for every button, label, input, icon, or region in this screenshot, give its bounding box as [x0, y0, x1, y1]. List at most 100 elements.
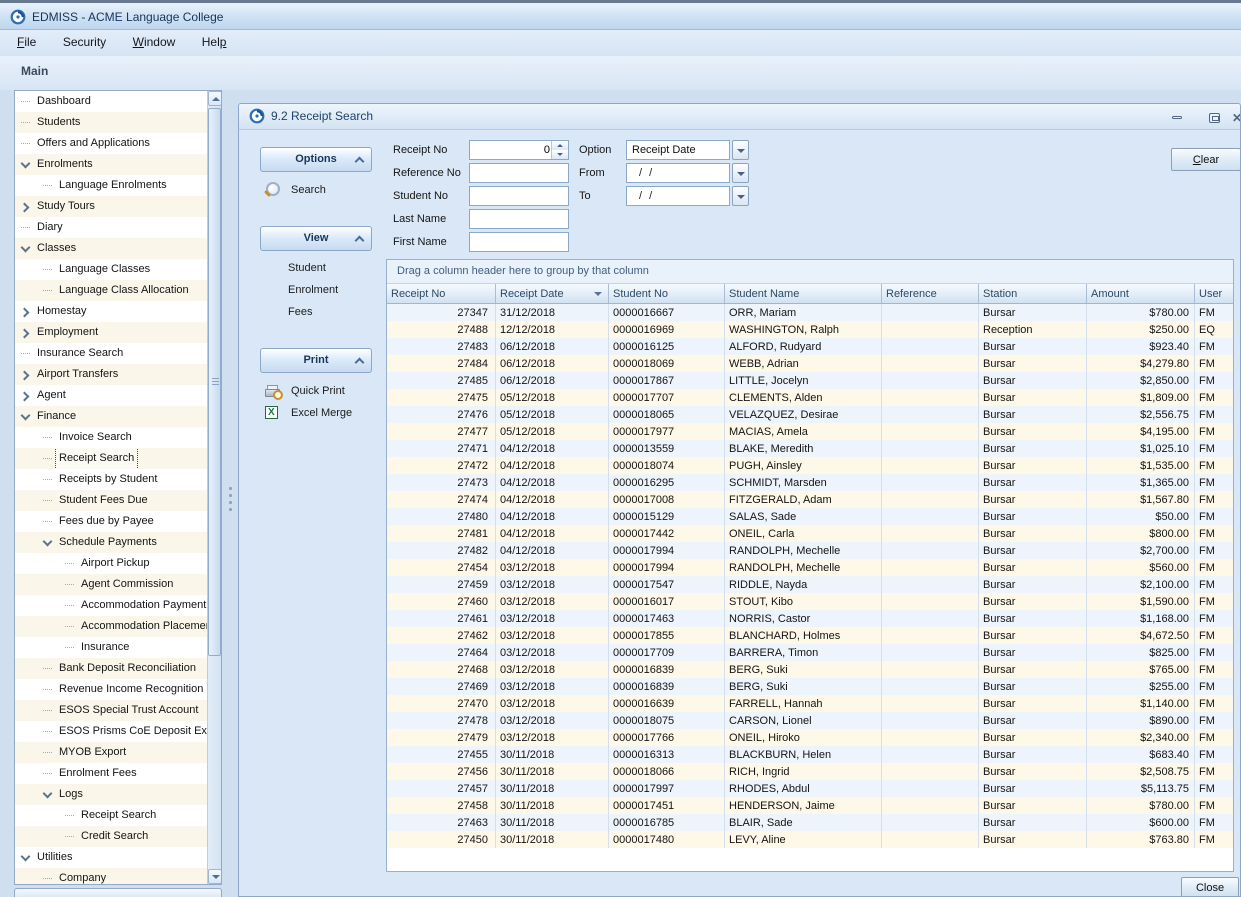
sidebar-item-agent-commission[interactable]: Agent Commission — [15, 574, 207, 595]
table-row[interactable]: 2747903/12/20180000017766ONEIL, HirokoBu… — [387, 729, 1234, 746]
sidebar-item-logs[interactable]: Logs — [15, 784, 207, 805]
sidebar-item-accommodation-placement[interactable]: Accommodation Placement — [15, 616, 207, 637]
minimize-button[interactable] — [1167, 111, 1189, 125]
dropdown-arrow-icon[interactable] — [732, 163, 749, 183]
receipt-no-input[interactable] — [470, 141, 552, 159]
sidebar-item-schedule-payments[interactable]: Schedule Payments — [15, 532, 207, 553]
table-row[interactable]: 2746903/12/20180000016839BERG, SukiBursa… — [387, 678, 1234, 695]
sidebar-item-language-enrolments[interactable]: Language Enrolments — [15, 175, 207, 196]
table-row[interactable]: 2747705/12/20180000017977MACIAS, AmelaBu… — [387, 423, 1234, 440]
table-row[interactable]: 2748306/12/20180000016125ALFORD, Rudyard… — [387, 338, 1234, 355]
sidebar-item-employment[interactable]: Employment — [15, 322, 207, 343]
menu-security[interactable]: Security — [52, 30, 117, 55]
table-row[interactable]: 2748406/12/20180000018069WEBB, AdrianBur… — [387, 355, 1234, 372]
sidebar-item-dashboard[interactable]: Dashboard — [15, 91, 207, 112]
student-no-field[interactable] — [469, 186, 569, 206]
option-combo[interactable]: Receipt Date — [626, 140, 749, 160]
column-header-student-no[interactable]: Student No — [609, 284, 725, 304]
column-header-receipt-date[interactable]: Receipt Date — [496, 284, 609, 304]
chevron-down-icon[interactable] — [41, 784, 56, 805]
table-row[interactable]: 2734731/12/20180000016667ORR, MariamBurs… — [387, 304, 1234, 322]
column-header-reference[interactable]: Reference — [882, 284, 979, 304]
menu-help[interactable]: Help — [191, 30, 238, 55]
sidebar-item-airport-pickup[interactable]: Airport Pickup — [15, 553, 207, 574]
table-row[interactable]: 2745903/12/20180000017547RIDDLE, NaydaBu… — [387, 576, 1234, 593]
table-row[interactable]: 2746203/12/20180000017855BLANCHARD, Holm… — [387, 627, 1234, 644]
table-row[interactable]: 2746330/11/20180000016785BLAIR, SadeBurs… — [387, 814, 1234, 831]
sidebar-item-study-tours[interactable]: Study Tours — [15, 196, 207, 217]
sidebar-item-esos-special-trust-account[interactable]: ESOS Special Trust Account — [15, 700, 207, 721]
view-group-header[interactable]: View — [260, 226, 372, 251]
table-row[interactable]: 2747605/12/20180000018065VELAZQUEZ, Desi… — [387, 406, 1234, 423]
sidebar-item-receipts-by-student[interactable]: Receipts by Student — [15, 469, 207, 490]
table-row[interactable]: 2747104/12/20180000013559BLAKE, Meredith… — [387, 440, 1234, 457]
table-row[interactable]: 2746803/12/20180000016839BERG, SukiBursa… — [387, 661, 1234, 678]
search-button[interactable]: Search — [263, 182, 383, 200]
table-row[interactable]: 2745730/11/20180000017997RHODES, AbdulBu… — [387, 780, 1234, 797]
close-window-icon[interactable]: ✕ — [1232, 111, 1241, 125]
chevron-right-icon[interactable] — [19, 322, 34, 343]
first-name-input[interactable] — [470, 233, 568, 251]
scrollbar-thumb[interactable] — [208, 108, 221, 656]
sidebar-item-student-fees-due[interactable]: Student Fees Due — [15, 490, 207, 511]
options-group-header[interactable]: Options — [260, 147, 372, 172]
to-date-picker[interactable]: / / — [626, 186, 749, 206]
view-student-link[interactable]: Student — [288, 262, 378, 278]
table-row[interactable]: 2748506/12/20180000017867LITTLE, Jocelyn… — [387, 372, 1234, 389]
chevron-down-icon[interactable] — [19, 406, 34, 427]
chevron-right-icon[interactable] — [19, 385, 34, 406]
sidebar-item-esos-prisms-coe-deposit-expor[interactable]: ESOS Prisms CoE Deposit Expor — [15, 721, 207, 742]
table-row[interactable]: 2745403/12/20180000017994RANDOLPH, Meche… — [387, 559, 1234, 576]
sidebar-item-invoice-search[interactable]: Invoice Search — [15, 427, 207, 448]
option-value[interactable]: Receipt Date — [626, 140, 730, 160]
close-button[interactable]: Close — [1181, 877, 1239, 897]
sidebar-item-insurance[interactable]: Insurance — [15, 637, 207, 658]
table-row[interactable]: 2745530/11/20180000016313BLACKBURN, Hele… — [387, 746, 1234, 763]
sidebar-item-credit-search[interactable]: Credit Search — [15, 826, 207, 847]
sidebar-item-homestay[interactable]: Homestay — [15, 301, 207, 322]
sidebar-item-classes[interactable]: Classes — [15, 238, 207, 259]
last-name-input[interactable] — [470, 210, 568, 228]
sidebar-item-utilities[interactable]: Utilities — [15, 847, 207, 868]
table-row[interactable]: 2746403/12/20180000017709BARRERA, TimonB… — [387, 644, 1234, 661]
sidebar-item-diary[interactable]: Diary — [15, 217, 207, 238]
column-header-amount[interactable]: Amount — [1087, 284, 1195, 304]
scroll-down-button[interactable] — [208, 869, 222, 884]
table-row[interactable]: 2747505/12/20180000017707CLEMENTS, Alden… — [387, 389, 1234, 406]
sidebar-item-receipt-search[interactable]: Receipt Search — [15, 805, 207, 826]
group-by-band[interactable]: Drag a column header here to group by th… — [387, 260, 1233, 284]
sidebar-item-fees-due-by-payee[interactable]: Fees due by Payee — [15, 511, 207, 532]
chevron-down-icon[interactable] — [19, 154, 34, 175]
tree-scrollbar[interactable] — [207, 91, 221, 884]
column-header-station[interactable]: Station — [979, 284, 1087, 304]
menu-file[interactable]: File — [6, 30, 47, 55]
reference-no-input[interactable] — [470, 164, 568, 182]
table-row[interactable]: 2747003/12/20180000016639FARRELL, Hannah… — [387, 695, 1234, 712]
column-header-receipt-no[interactable]: Receipt No — [387, 284, 496, 304]
sidebar-item-company[interactable]: Company — [15, 868, 207, 885]
sidebar-item-airport-transfers[interactable]: Airport Transfers — [15, 364, 207, 385]
receipt-no-spinner[interactable] — [551, 141, 568, 159]
sidebar-item-revenue-income-recognition[interactable]: Revenue Income Recognition — [15, 679, 207, 700]
view-fees-link[interactable]: Fees — [288, 306, 378, 322]
panel-splitter[interactable] — [222, 90, 238, 897]
sidebar-item-enrolments[interactable]: Enrolments — [15, 154, 207, 175]
quick-print-button[interactable]: Quick Print — [263, 383, 393, 401]
spinner-down-icon[interactable] — [552, 150, 568, 159]
table-row[interactable]: 2748104/12/20180000017442ONEIL, CarlaBur… — [387, 525, 1234, 542]
sidebar-item-agent[interactable]: Agent — [15, 385, 207, 406]
view-enrolment-link[interactable]: Enrolment — [288, 284, 378, 300]
excel-merge-button[interactable]: Excel Merge — [263, 405, 393, 423]
column-header-user[interactable]: User — [1195, 284, 1235, 304]
table-row[interactable]: 2748004/12/20180000015129SALAS, SadeBurs… — [387, 508, 1234, 525]
reference-no-field[interactable] — [469, 163, 569, 183]
table-row[interactable]: 2745830/11/20180000017451HENDERSON, Jaim… — [387, 797, 1234, 814]
table-row[interactable]: 2748812/12/20180000016969WASHINGTON, Ral… — [387, 321, 1234, 338]
chevron-down-icon[interactable] — [19, 847, 34, 868]
sidebar-item-enrolment-fees[interactable]: Enrolment Fees — [15, 763, 207, 784]
column-header-student-name[interactable]: Student Name — [725, 284, 882, 304]
to-date-value[interactable]: / / — [626, 186, 730, 206]
table-row[interactable]: 2745630/11/20180000018066RICH, IngridBur… — [387, 763, 1234, 780]
sidebar-item-offers-and-applications[interactable]: Offers and Applications — [15, 133, 207, 154]
dropdown-arrow-icon[interactable] — [732, 140, 749, 160]
